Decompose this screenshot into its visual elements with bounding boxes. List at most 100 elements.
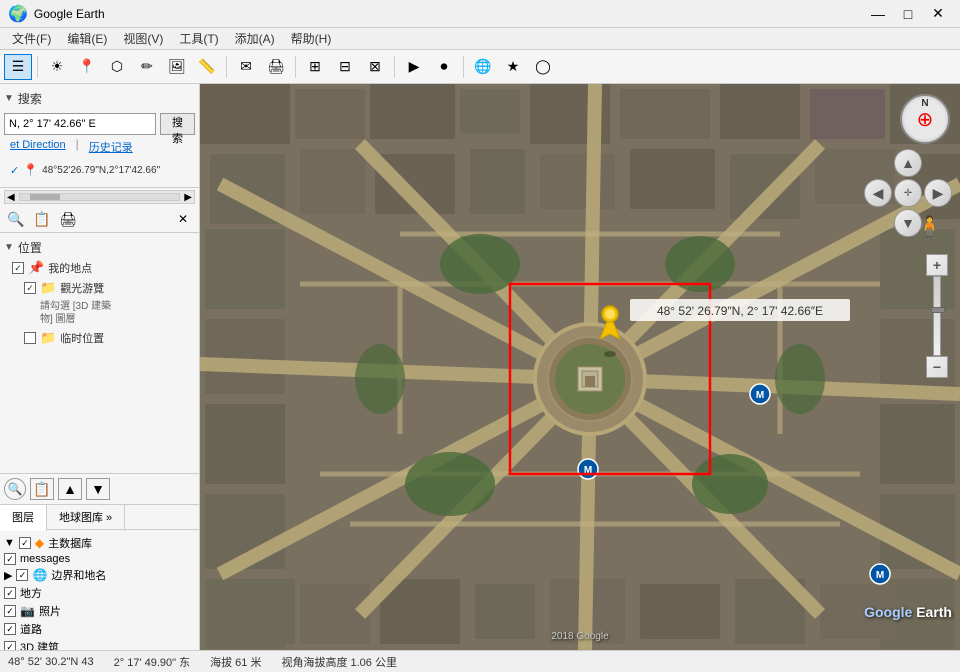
search-button[interactable]: 搜索 xyxy=(160,113,195,135)
position-header[interactable]: ▼ 位置 xyxy=(4,237,195,258)
search-header[interactable]: ▼ 搜索 xyxy=(4,88,195,109)
layer-messages-checkbox[interactable] xyxy=(4,553,16,565)
search-result-item[interactable]: ✓ 📍 48°52'26.79"N,2°17'42.66'' xyxy=(8,161,191,179)
tourism-hint: 請勾選 [3D 建築物] 圖層 xyxy=(4,298,195,328)
panel-print-btn[interactable]: 🖨 xyxy=(56,208,80,230)
panel-toolbar: 🔍 📋 🖨 ✕ xyxy=(0,206,199,233)
app-icon: 🌍 xyxy=(8,4,28,24)
toolbar-placemark[interactable]: 📍 xyxy=(73,54,101,80)
layer-photos-checkbox[interactable] xyxy=(4,605,16,617)
compass-ring[interactable]: N ⊕ xyxy=(900,94,950,144)
layer-messages-label: messages xyxy=(20,553,70,565)
toolbar-star[interactable]: ★ xyxy=(499,54,527,80)
streetview-person[interactable]: 🧍 xyxy=(917,214,942,239)
panel-close-btn[interactable]: ✕ xyxy=(171,208,195,230)
my-places-label: 我的地点 xyxy=(48,260,92,276)
titlebar: 🌍 Google Earth — □ ✕ xyxy=(0,0,960,28)
zoom-in-btn[interactable]: + xyxy=(926,254,948,276)
tourism-checkbox[interactable] xyxy=(24,282,36,294)
move-down-btn[interactable]: ▼ xyxy=(86,478,110,500)
toolbar-path[interactable]: ✏ xyxy=(133,54,161,80)
toolbar-polygon[interactable]: ⬡ xyxy=(103,54,131,80)
toolbar: ☰ ☀ 📍 ⬡ ✏ 🖼 📏 ✉ 🖨 ⊞ ⊟ ⊠ ▶ ⏺ 🌐 ★ ◯ xyxy=(0,50,960,84)
nav-up-btn[interactable]: ▲ xyxy=(894,149,922,177)
map-area[interactable]: M M M 48° 52' 26.79″N, 2° 17' 42.66″E xyxy=(200,84,960,650)
toolbar-print[interactable]: 🖨 xyxy=(262,54,290,80)
menu-help[interactable]: 帮助(H) xyxy=(283,28,340,50)
search-input[interactable] xyxy=(4,113,156,135)
toolbar-email[interactable]: ✉ xyxy=(232,54,260,80)
layer-boundaries-checkbox[interactable] xyxy=(16,569,28,581)
panel-add-btn[interactable]: 🔍 xyxy=(4,208,28,230)
my-places-item[interactable]: 📌 我的地点 xyxy=(4,258,195,278)
status-coords: 48° 52' 30.2"N 43 xyxy=(8,656,94,668)
menu-edit[interactable]: 编辑(E) xyxy=(59,28,115,50)
layer-roads-checkbox[interactable] xyxy=(4,623,16,635)
layer-boundaries-label: 边界和地名 xyxy=(51,567,106,583)
menu-view[interactable]: 视图(V) xyxy=(115,28,171,50)
layer-boundaries-icon: 🌐 xyxy=(32,568,47,582)
position-nav: 🔍 📋 ▲ ▼ xyxy=(0,473,199,504)
temp-location-item[interactable]: 📁 临时位置 xyxy=(4,328,195,348)
scroll-left-btn[interactable]: ◀ xyxy=(5,192,17,203)
toolbar-view2[interactable]: ⊟ xyxy=(331,54,359,80)
layer-main-db[interactable]: ▼ ◆ 主数据库 xyxy=(4,534,195,552)
zoom-thumb[interactable] xyxy=(931,307,945,313)
toolbar-view1[interactable]: ⊞ xyxy=(301,54,329,80)
search-tabs: et Direction | 历史记录 xyxy=(4,137,195,157)
nav-center-btn[interactable]: ✛ xyxy=(894,179,922,207)
layer-boundaries-expand: ▶ xyxy=(4,569,12,582)
toolbar-view3[interactable]: ⊠ xyxy=(361,54,389,80)
layers-section: ▼ ◆ 主数据库 messages ▶ 🌐 边界和地名 地方 📷 xyxy=(0,530,199,650)
search-places-btn[interactable]: 🔍 xyxy=(4,478,26,500)
result-pin-icon: 📍 xyxy=(23,163,38,177)
layer-messages[interactable]: messages xyxy=(4,552,195,566)
compass: N ⊕ xyxy=(900,94,950,144)
layer-3d[interactable]: 3D 建筑 xyxy=(4,638,195,650)
layer-3d-checkbox[interactable] xyxy=(4,641,16,650)
search-collapse: ▼ xyxy=(4,93,14,104)
left-panel: ▼ 搜索 搜索 et Direction | 历史记录 ✓ 📍 48°52'26… xyxy=(0,84,200,650)
maximize-button[interactable]: □ xyxy=(894,3,922,25)
tab-layers[interactable]: 图层 xyxy=(0,505,47,531)
zoom-slider[interactable] xyxy=(933,276,941,356)
horizontal-scrollbar[interactable]: ◀ ▶ xyxy=(4,190,195,204)
result-check: ✓ xyxy=(10,164,19,177)
add-place-btn[interactable]: 📋 xyxy=(30,478,54,500)
search-tab-direction[interactable]: et Direction xyxy=(4,137,72,157)
minimize-button[interactable]: — xyxy=(864,3,892,25)
layer-main-checkbox[interactable] xyxy=(19,537,31,549)
nav-left-btn[interactable]: ◀ xyxy=(864,179,892,207)
toolbar-globe[interactable]: 🌐 xyxy=(469,54,497,80)
scroll-right-btn[interactable]: ▶ xyxy=(182,192,194,203)
toolbar-mars[interactable]: ◯ xyxy=(529,54,557,80)
menu-add[interactable]: 添加(A) xyxy=(227,28,283,50)
layer-places[interactable]: 地方 xyxy=(4,584,195,602)
toolbar-show-sidebar[interactable]: ☰ xyxy=(4,54,32,80)
layer-roads[interactable]: 道路 xyxy=(4,620,195,638)
close-button[interactable]: ✕ xyxy=(924,3,952,25)
panel-folder-btn[interactable]: 📋 xyxy=(30,208,54,230)
toolbar-ruler[interactable]: 📏 xyxy=(193,54,221,80)
zoom-out-btn[interactable]: − xyxy=(926,356,948,378)
move-up-btn[interactable]: ▲ xyxy=(58,478,82,500)
search-title: 搜索 xyxy=(18,90,42,107)
toolbar-sunlight[interactable]: ☀ xyxy=(43,54,71,80)
menu-file[interactable]: 文件(F) xyxy=(4,28,59,50)
toolbar-tour[interactable]: ▶ xyxy=(400,54,428,80)
search-tab-history[interactable]: 历史记录 xyxy=(83,137,139,157)
menubar: 文件(F) 编辑(E) 视图(V) 工具(T) 添加(A) 帮助(H) xyxy=(0,28,960,50)
temp-checkbox[interactable] xyxy=(24,332,36,344)
my-places-checkbox[interactable] xyxy=(12,262,24,274)
nav-right-btn[interactable]: ▶ xyxy=(924,179,952,207)
tab-gallery[interactable]: 地球图库 » xyxy=(47,505,125,531)
layer-boundaries[interactable]: ▶ 🌐 边界和地名 xyxy=(4,566,195,584)
tourism-item[interactable]: 📁 觀光游覽 xyxy=(4,278,195,298)
toolbar-overlay[interactable]: 🖼 xyxy=(163,54,191,80)
layer-photos[interactable]: 📷 照片 xyxy=(4,602,195,620)
menu-tools[interactable]: 工具(T) xyxy=(171,28,226,50)
toolbar-record[interactable]: ⏺ xyxy=(430,54,458,80)
layer-places-checkbox[interactable] xyxy=(4,587,16,599)
search-result: ✓ 📍 48°52'26.79"N,2°17'42.66'' xyxy=(4,157,195,183)
main-content: ▼ 搜索 搜索 et Direction | 历史记录 ✓ 📍 48°52'26… xyxy=(0,84,960,650)
